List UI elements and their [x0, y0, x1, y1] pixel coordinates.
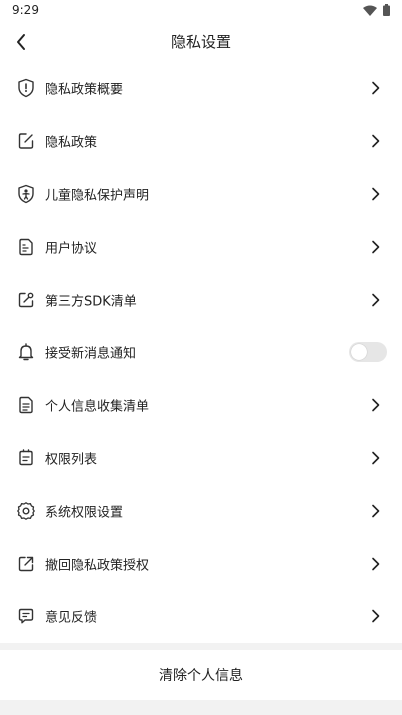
menu-item-feedback[interactable]: 意见反馈 [0, 590, 402, 643]
settings-menu: 隐私政策概要 隐私政策 儿童隐私保护声明 用户协议 第三方SDK清单 接受新消息… [0, 62, 402, 643]
external-edit-icon [16, 290, 36, 310]
battery-icon [383, 4, 390, 16]
menu-item-label: 隐私政策概要 [45, 82, 124, 98]
chevron-right-icon [370, 398, 382, 412]
bell-icon [16, 342, 36, 362]
menu-item-label: 系统权限设置 [45, 505, 124, 521]
menu-item-child-privacy[interactable]: 儿童隐私保护声明 [0, 168, 402, 221]
page-title: 隐私设置 [170, 33, 231, 51]
menu-item-third-party-sdk[interactable]: 第三方SDK清单 [0, 273, 402, 326]
chevron-right-icon [370, 187, 382, 201]
menu-item-label: 隐私政策 [45, 135, 98, 151]
menu-item-label: 用户协议 [45, 241, 98, 257]
shield-alert-icon [16, 78, 36, 98]
nav-bar: 隐私设置 [0, 22, 402, 62]
menu-item-system-permissions[interactable]: 系统权限设置 [0, 484, 402, 537]
list-document-icon [16, 395, 36, 415]
menu-item-privacy-summary[interactable]: 隐私政策概要 [0, 62, 402, 115]
document-icon [16, 237, 36, 257]
toggle-knob [351, 344, 367, 361]
menu-item-message-notification: 接受新消息通知 [0, 326, 402, 379]
menu-item-label: 接受新消息通知 [45, 346, 137, 362]
menu-item-label: 个人信息收集清单 [45, 399, 150, 415]
menu-item-label: 权限列表 [45, 452, 98, 468]
shield-child-icon [16, 184, 36, 204]
chevron-right-icon [370, 81, 382, 95]
status-icons [363, 4, 390, 16]
chevron-right-icon [370, 293, 382, 307]
feedback-icon [16, 606, 36, 626]
menu-item-label: 意见反馈 [45, 610, 98, 626]
chevron-right-icon [370, 557, 382, 571]
chevron-right-icon [370, 134, 382, 148]
menu-item-label: 儿童隐私保护声明 [45, 188, 150, 204]
clear-personal-info-button[interactable]: 清除个人信息 [0, 650, 402, 700]
wifi-icon [363, 5, 377, 16]
notification-toggle[interactable] [349, 342, 387, 363]
chevron-right-icon [370, 609, 382, 623]
chevron-right-icon [370, 240, 382, 254]
clear-personal-info-label: 清除个人信息 [159, 668, 243, 684]
menu-item-privacy-policy[interactable]: 隐私政策 [0, 115, 402, 168]
menu-item-withdraw-authorization[interactable]: 撤回隐私政策授权 [0, 537, 402, 590]
gear-icon [16, 501, 36, 521]
status-bar: 9:29 [0, 0, 402, 22]
permission-list-icon [16, 448, 36, 468]
edit-document-icon [16, 131, 36, 151]
status-time: 9:29 [12, 3, 39, 17]
chevron-right-icon [370, 451, 382, 465]
withdraw-icon [16, 554, 36, 574]
menu-item-personal-info-list[interactable]: 个人信息收集清单 [0, 379, 402, 432]
menu-item-label: 第三方SDK清单 [45, 294, 137, 310]
menu-item-permission-list[interactable]: 权限列表 [0, 432, 402, 485]
menu-item-label: 撤回隐私政策授权 [45, 558, 150, 574]
chevron-right-icon [370, 504, 382, 518]
menu-item-user-agreement[interactable]: 用户协议 [0, 220, 402, 273]
